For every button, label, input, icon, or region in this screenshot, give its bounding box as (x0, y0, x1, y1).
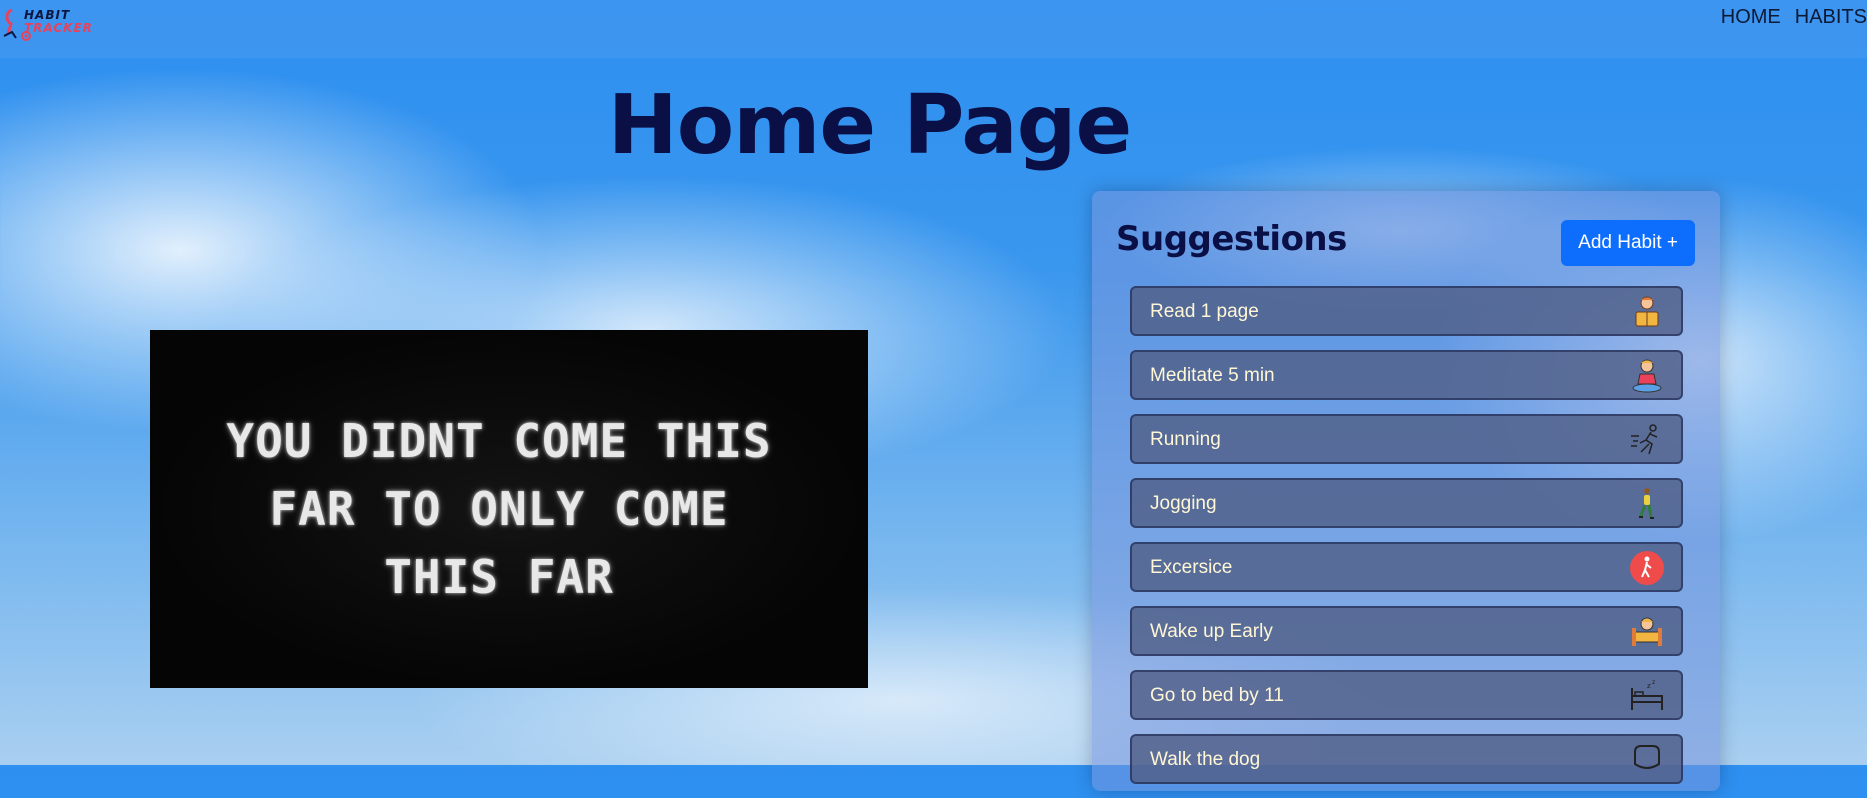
nav-habits-link[interactable]: HABITS (1795, 6, 1867, 29)
suggestion-label: Walk the dog (1150, 749, 1261, 770)
suggestion-label: Jogging (1150, 493, 1217, 514)
quote-line-3: THIS FAR (384, 550, 614, 604)
suggestion-label: Running (1150, 429, 1221, 450)
quote-line-1: YOU DIDNT COME THIS (226, 414, 772, 468)
suggestion-item-read[interactable]: Read 1 page (1130, 286, 1683, 336)
suggestion-label: Wake up Early (1150, 621, 1273, 642)
reading-person-icon (1635, 296, 1659, 327)
svg-text:z: z (1647, 682, 1651, 690)
logo-text-habit: HABIT (24, 8, 71, 22)
add-habit-button[interactable]: Add Habit + (1561, 220, 1695, 266)
exercise-icon (1630, 551, 1664, 585)
page-title: Home Page (607, 78, 1132, 173)
suggestion-label: Read 1 page (1150, 301, 1259, 322)
running-icon (1631, 424, 1658, 455)
nav-links: HOME HABITS (1721, 6, 1867, 29)
top-navbar: HABIT TRACKER HOME HABITS (0, 0, 1867, 58)
logo-text-tracker: TRACKER (24, 21, 93, 35)
quote-line-2: FAR TO ONLY COME (269, 482, 729, 536)
suggestion-label: Go to bed by 11 (1150, 685, 1284, 706)
jogging-icon (1639, 488, 1654, 519)
motivational-quote-image: YOU DIDNT COME THIS FAR TO ONLY COME THI… (150, 330, 868, 688)
suggestion-item-exercise[interactable]: Excersice (1130, 542, 1683, 592)
suggestion-item-wake-up[interactable]: Wake up Early (1130, 606, 1683, 656)
brand-logo[interactable]: HABIT TRACKER (2, 4, 110, 42)
suggestion-label: Meditate 5 min (1150, 365, 1275, 386)
suggestion-item-running[interactable]: Running (1130, 414, 1683, 464)
nav-home-link[interactable]: HOME (1721, 6, 1781, 29)
svg-text:z: z (1652, 679, 1655, 686)
suggestion-item-meditate[interactable]: Meditate 5 min (1130, 350, 1683, 400)
suggestions-title: Suggestions (1116, 219, 1347, 259)
wake-up-icon (1632, 617, 1662, 646)
suggestions-list: Read 1 page Meditate 5 min Running Joggi… (1130, 286, 1683, 798)
meditation-icon (1632, 359, 1662, 393)
suggestion-item-bedtime[interactable]: Go to bed by 11 z z (1130, 670, 1683, 720)
sleep-bed-icon: z z (1631, 679, 1663, 710)
suggestion-item-walk-dog[interactable]: Walk the dog (1130, 734, 1683, 784)
dog-icon (1634, 745, 1660, 769)
suggestion-label: Excersice (1150, 557, 1233, 578)
suggestions-panel: Suggestions Add Habit + Read 1 page Medi… (1092, 191, 1720, 791)
suggestion-item-jogging[interactable]: Jogging (1130, 478, 1683, 528)
